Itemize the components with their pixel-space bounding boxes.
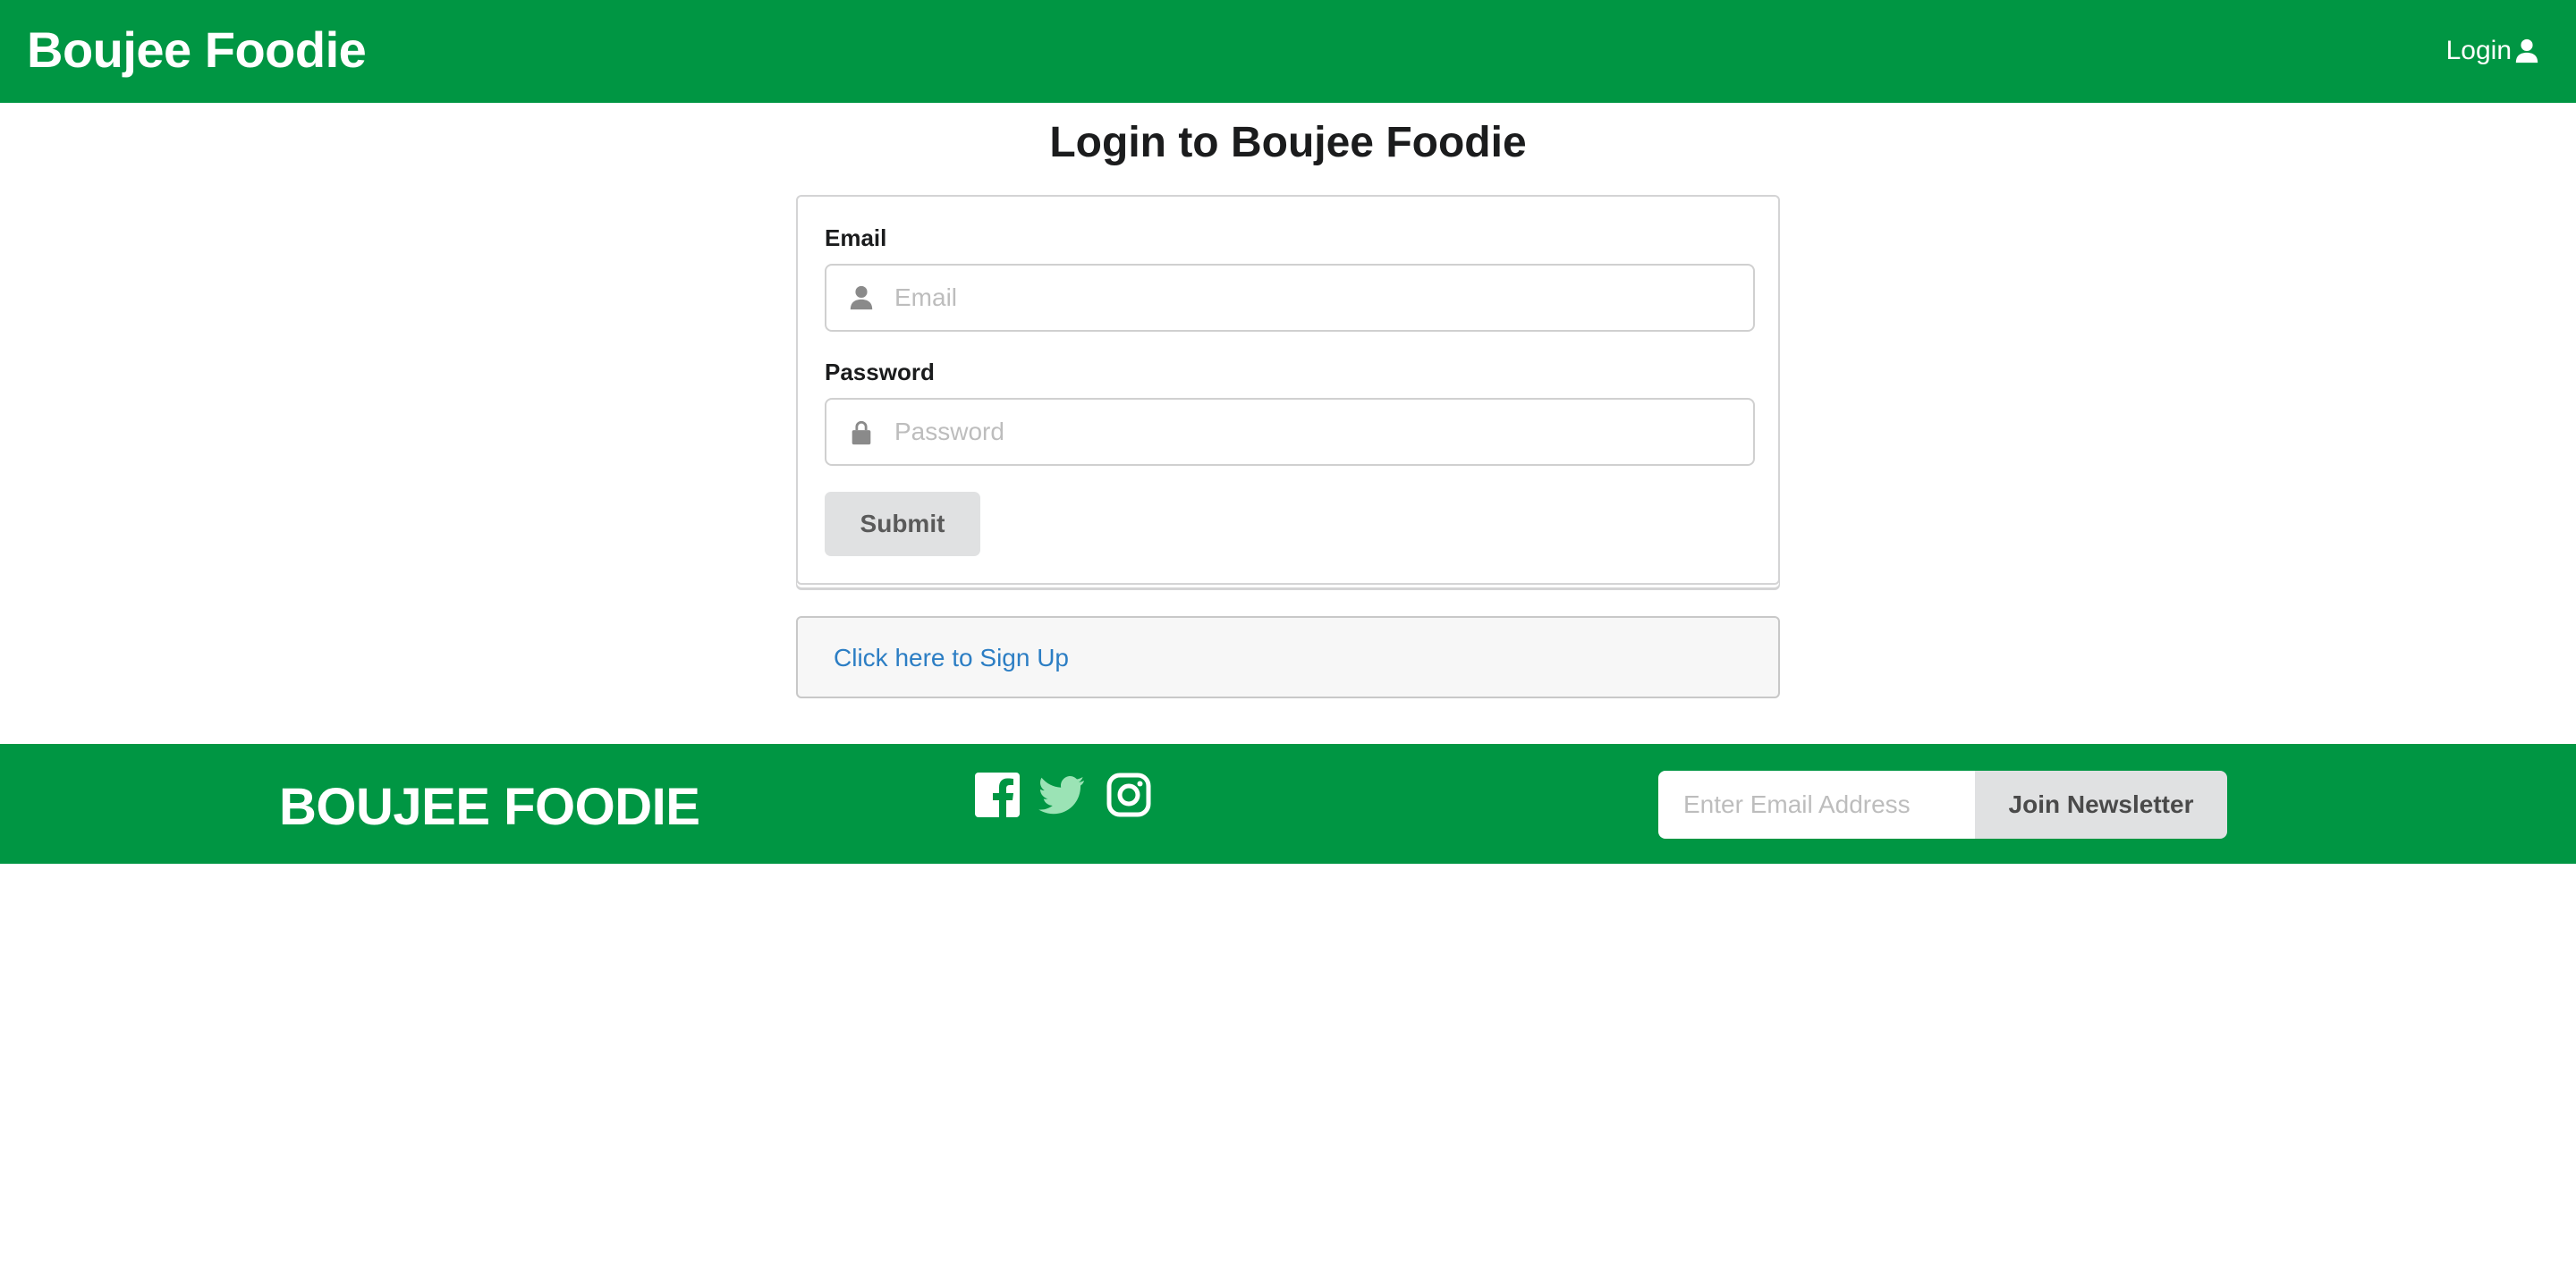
email-field-wrapper [825, 264, 1755, 332]
footer-brand: BOUJEE FOODIE [279, 778, 700, 836]
signup-link[interactable]: Click here to Sign Up [834, 642, 1069, 674]
nav-login-link[interactable]: Login [2446, 34, 2540, 68]
top-navbar: Boujee Foodie Login [0, 0, 2576, 103]
nav-login-label: Login [2445, 36, 2512, 65]
submit-button[interactable]: Submit [825, 492, 980, 556]
email-input[interactable] [894, 266, 1735, 330]
newsletter-email-input[interactable] [1658, 771, 1975, 839]
password-label: Password [825, 359, 935, 385]
facebook-icon[interactable] [973, 771, 1021, 819]
twitter-icon[interactable] [1038, 771, 1086, 819]
user-icon [2515, 38, 2538, 63]
page-title: Login to Boujee Foodie [1049, 119, 1527, 166]
email-label: Email [825, 224, 887, 251]
instagram-icon[interactable] [1105, 771, 1153, 819]
password-field-wrapper [825, 398, 1755, 466]
user-icon [850, 285, 873, 310]
signup-message-box: Click here to Sign Up [796, 616, 1780, 698]
login-form: Email Password Submit [796, 195, 1780, 585]
lock-icon [852, 420, 871, 445]
brand-logo-text[interactable]: Boujee Foodie [27, 20, 367, 80]
join-newsletter-button[interactable]: Join Newsletter [1975, 771, 2227, 839]
password-input[interactable] [894, 400, 1735, 464]
footer: BOUJEE FOODIE Join Newsletter [0, 744, 2576, 864]
newsletter-form: Join Newsletter [1658, 771, 2227, 839]
